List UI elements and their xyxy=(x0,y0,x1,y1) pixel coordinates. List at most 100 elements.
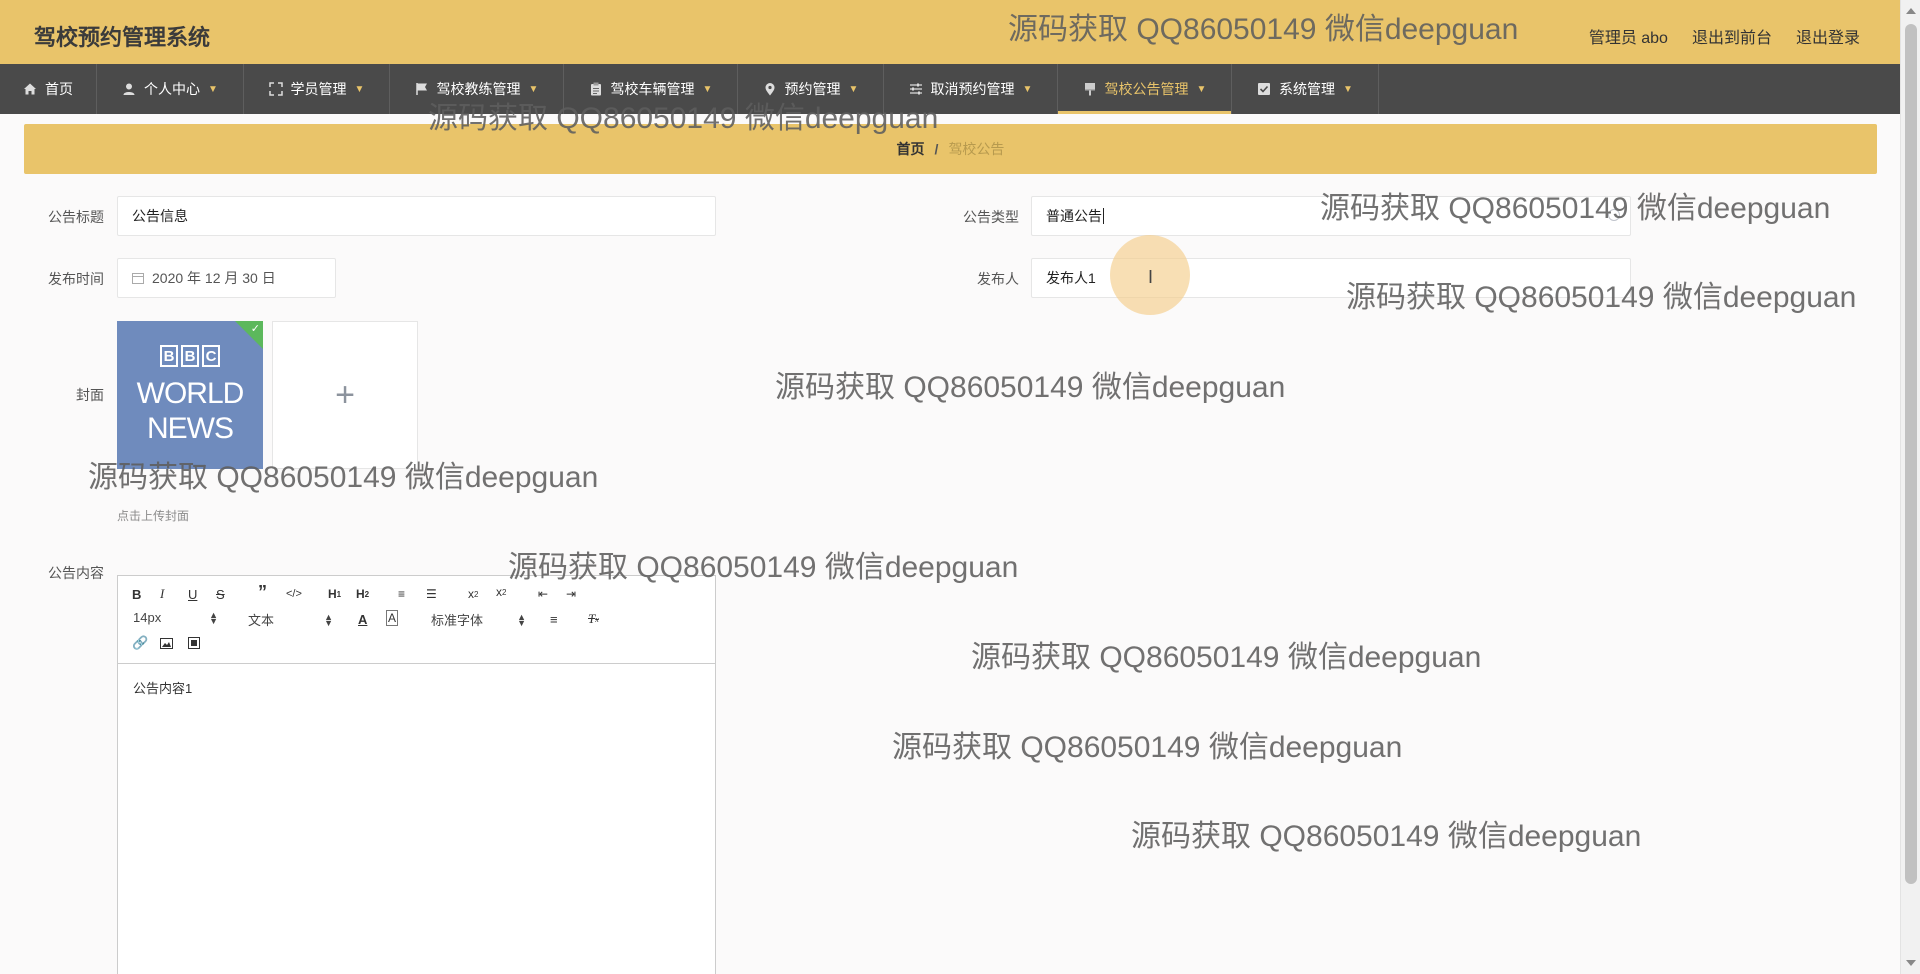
heading1-icon[interactable]: H1 xyxy=(328,585,341,603)
breadcrumb-home[interactable]: 首页 xyxy=(897,139,925,159)
title-label: 公告标题 xyxy=(48,209,104,225)
outdent-icon[interactable]: ⇤ xyxy=(538,585,548,603)
underline-icon[interactable]: U xyxy=(188,585,197,603)
type-input[interactable]: 普通公告 xyxy=(1031,196,1631,236)
nav-item-vehicle-management[interactable]: 驾校车辆管理 ▼ xyxy=(564,64,738,114)
chevron-down-icon: ▼ xyxy=(1022,83,1033,95)
bold-icon[interactable]: B xyxy=(132,585,141,603)
chevron-down-icon: ▼ xyxy=(1343,83,1353,95)
nav-item-label: 系统管理 xyxy=(1279,81,1336,97)
clear-format-icon[interactable]: Tx xyxy=(588,610,599,628)
checkbox-icon xyxy=(1258,83,1271,95)
content-label: 公告内容 xyxy=(48,565,104,581)
cover-image[interactable]: BBC WORLD NEWS ✓ xyxy=(117,321,263,469)
app-frame: 驾校预约管理系统 管理员 abo 退出到前台 退出登录 首页 个人中心 ▼ 学员… xyxy=(0,0,1900,974)
nav-item-label: 驾校教练管理 xyxy=(436,81,521,97)
heading2-icon[interactable]: H2 xyxy=(356,585,369,603)
nav-item-booking-management[interactable]: 预约管理 ▼ xyxy=(738,64,884,114)
vertical-scrollbar[interactable] xyxy=(1900,0,1920,974)
location-icon xyxy=(765,83,775,96)
bullet-list-icon[interactable]: ☰ xyxy=(426,585,437,603)
chevron-down-icon: ▼ xyxy=(208,83,218,95)
nav-item-home[interactable]: 首页 xyxy=(0,64,97,114)
image-icon[interactable] xyxy=(160,634,173,652)
scrollbar-thumb[interactable] xyxy=(1905,24,1917,884)
video-icon[interactable] xyxy=(188,634,200,652)
sliders-icon xyxy=(909,83,922,95)
chevron-down-icon: ▼ xyxy=(1196,83,1207,95)
user-icon xyxy=(123,83,135,95)
back-to-front-link[interactable]: 退出到前台 xyxy=(1692,24,1772,48)
logout-link[interactable]: 退出登录 xyxy=(1796,24,1860,48)
plus-icon: + xyxy=(335,375,355,414)
align-icon[interactable]: ≡ xyxy=(550,610,558,628)
brush-icon xyxy=(1084,83,1095,96)
link-icon[interactable]: 🔗 xyxy=(132,634,148,652)
publisher-label: 发布人 xyxy=(977,271,1019,287)
watermark: 源码获取 QQ86050149 微信deepguan xyxy=(892,731,1403,764)
header-select-value: 文本 xyxy=(248,613,275,628)
date-value: 2020 年 12 月 30 日 xyxy=(152,270,276,286)
code-block-icon[interactable]: </> xyxy=(286,585,302,603)
expand-icon xyxy=(268,82,283,96)
nav-item-label: 驾校车辆管理 xyxy=(610,81,695,97)
nav-item-personal-center[interactable]: 个人中心 ▼ xyxy=(97,64,244,114)
upload-cover-button[interactable]: + xyxy=(272,321,418,469)
top-header: 驾校预约管理系统 管理员 abo 退出到前台 退出登录 xyxy=(0,0,1900,64)
editor-toolbar: B I U S ” </> H1 H2 ≡ ☰ x2 x2 ⇤ ⇥ 14px ▲… xyxy=(118,576,715,664)
nav-item-label: 预约管理 xyxy=(784,81,841,97)
cover-label: 封面 xyxy=(76,387,104,403)
font-size-value: 14px xyxy=(133,610,162,625)
italic-icon[interactable]: I xyxy=(160,585,164,603)
date-picker[interactable]: 2020 年 12 月 30 日 xyxy=(117,258,336,298)
select-arrows-icon: ▲ ▼ xyxy=(517,611,526,628)
nav-item-cancel-booking-management[interactable]: 取消预约管理 ▼ xyxy=(884,64,1058,114)
blockquote-icon[interactable]: ” xyxy=(258,582,267,602)
clear-icon[interactable] xyxy=(1608,209,1620,221)
app-title: 驾校预约管理系统 xyxy=(34,25,211,50)
chevron-down-icon: ▼ xyxy=(702,83,713,95)
scroll-down-icon[interactable] xyxy=(1906,960,1916,966)
breadcrumb-separator: / xyxy=(934,141,939,157)
nav-item-label: 个人中心 xyxy=(144,81,201,97)
text-cursor-icon: I xyxy=(1148,268,1153,286)
indent-icon[interactable]: ⇥ xyxy=(566,585,576,603)
title-input-value: 公告信息 xyxy=(132,208,188,224)
nav-item-label: 学员管理 xyxy=(290,81,347,97)
type-label: 公告类型 xyxy=(963,209,1019,225)
background-color-icon[interactable]: A xyxy=(386,610,399,626)
font-size-select[interactable]: 14px ▲ ▼ xyxy=(133,610,218,625)
chevron-down-icon: ▼ xyxy=(528,83,539,95)
nav-item-system-management[interactable]: 系统管理 ▼ xyxy=(1232,64,1379,114)
watermark: 源码获取 QQ86050149 微信deepguan xyxy=(1131,820,1642,853)
editor-content[interactable]: 公告内容1 xyxy=(133,678,192,697)
nav-item-label: 驾校公告管理 xyxy=(1104,81,1189,97)
strike-icon[interactable]: S xyxy=(216,585,225,603)
ordered-list-icon[interactable]: ≡ xyxy=(398,585,405,603)
date-label: 发布时间 xyxy=(48,271,104,287)
type-input-value: 普通公告 xyxy=(1046,208,1102,224)
font-family-value: 标准字体 xyxy=(431,613,484,628)
scroll-up-icon[interactable] xyxy=(1906,8,1916,14)
publisher-input-value: 发布人1 xyxy=(1046,270,1096,286)
select-arrows-icon: ▲ ▼ xyxy=(324,611,333,628)
subscript-icon[interactable]: x2 xyxy=(468,585,478,603)
cover-line-world: WORLD xyxy=(136,377,245,410)
breadcrumb: 首页 / 驾校公告 xyxy=(24,124,1877,174)
chevron-down-icon: ▼ xyxy=(354,83,365,95)
check-icon: ✓ xyxy=(250,323,260,335)
font-family-select[interactable]: 标准字体 ▲ ▼ xyxy=(431,610,526,629)
superscript-icon[interactable]: x2 xyxy=(496,583,506,601)
flag-icon xyxy=(415,83,427,95)
rich-text-editor: B I U S ” </> H1 H2 ≡ ☰ x2 x2 ⇤ ⇥ 14px ▲… xyxy=(117,575,716,974)
nav-item-announcement-management[interactable]: 驾校公告管理 ▼ xyxy=(1058,64,1232,114)
header-select[interactable]: 文本 ▲ ▼ xyxy=(248,610,333,629)
watermark: 源码获取 QQ86050149 微信deepguan xyxy=(775,371,1286,404)
current-user-label: 管理员 abo xyxy=(1588,30,1668,47)
nav-item-coach-management[interactable]: 驾校教练管理 ▼ xyxy=(390,64,564,114)
upload-hint: 点击上传封面 xyxy=(117,509,190,523)
nav-item-student-management[interactable]: 学员管理 ▼ xyxy=(244,64,390,114)
title-input[interactable]: 公告信息 xyxy=(117,196,716,236)
watermark: 源码获取 QQ86050149 微信deepguan xyxy=(971,641,1482,674)
text-color-icon[interactable]: A xyxy=(358,610,367,628)
